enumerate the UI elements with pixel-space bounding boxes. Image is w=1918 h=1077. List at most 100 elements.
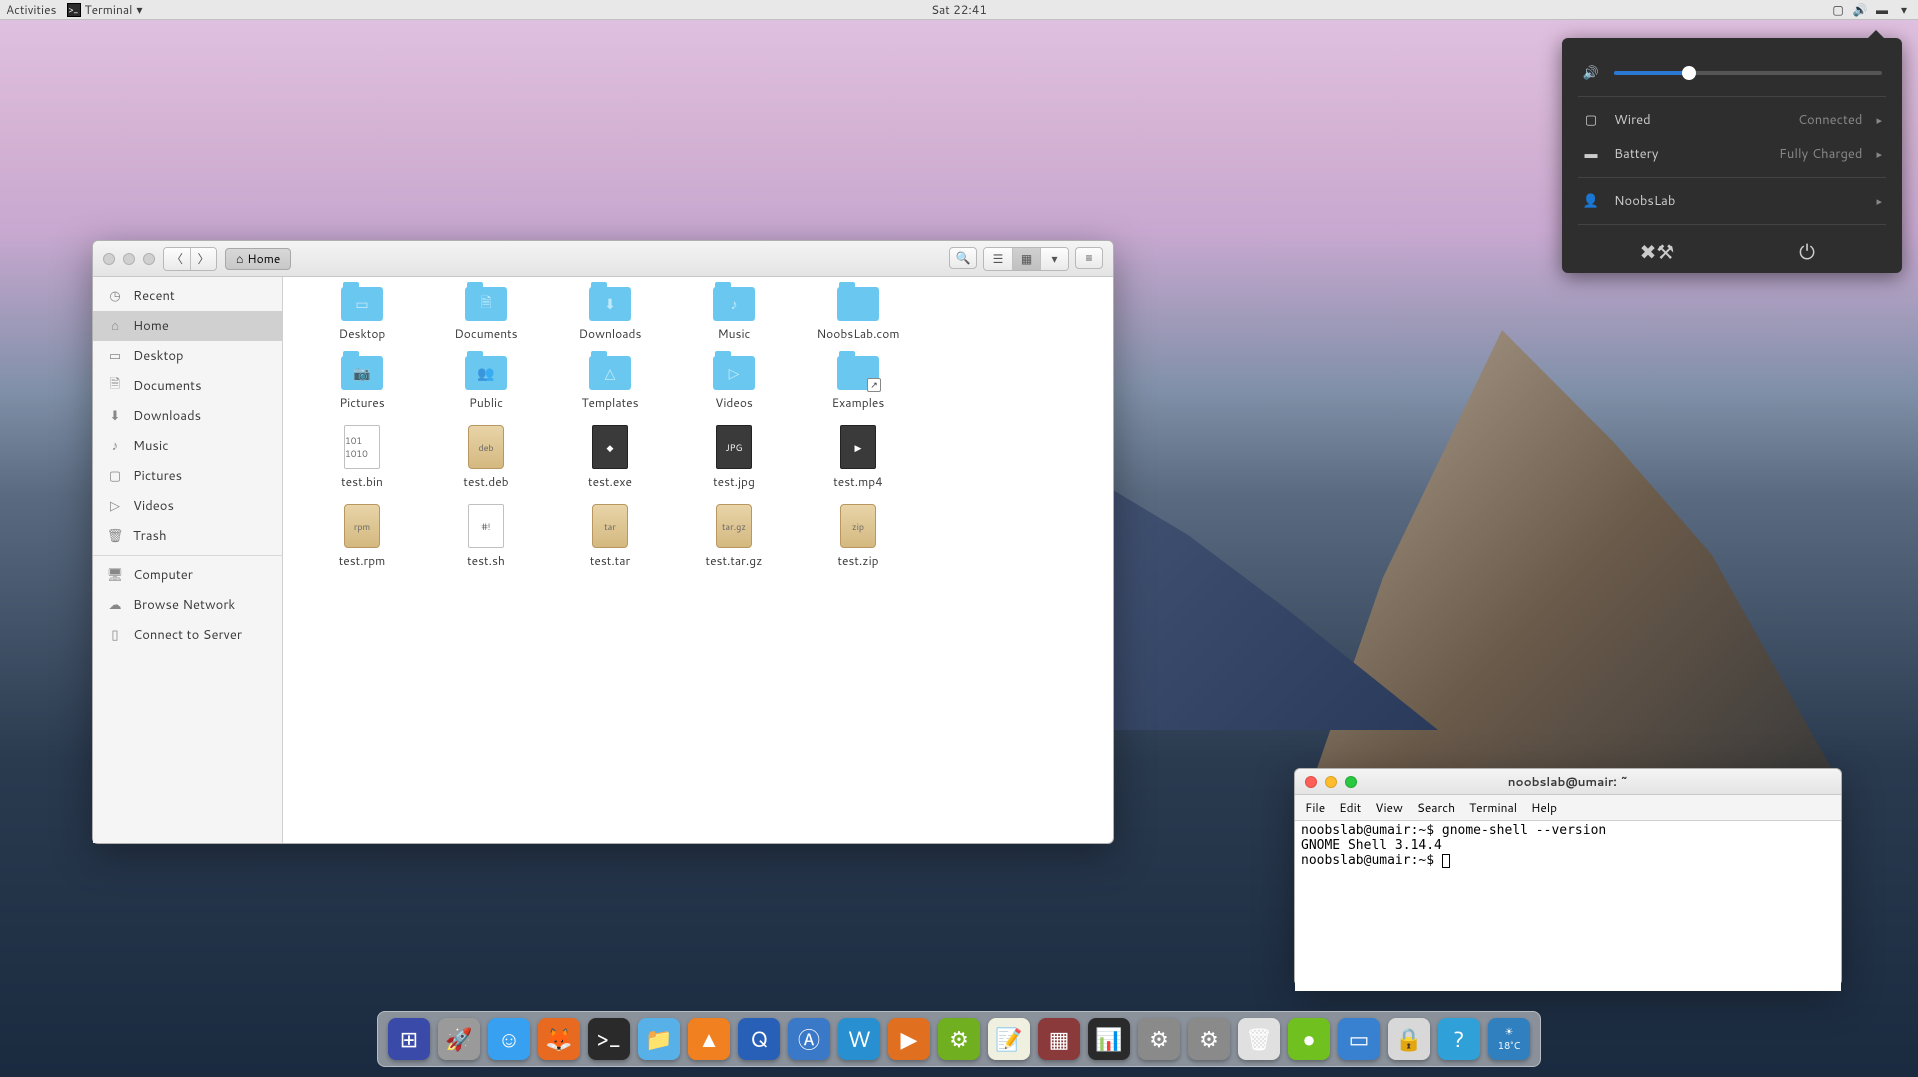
grid-view-button[interactable]: ▦: [1012, 248, 1040, 270]
file-manager-content[interactable]: ▭Desktop🗎Documents⬇Downloads♪MusicNoobsL…: [283, 277, 1113, 843]
maximize-button[interactable]: [1345, 776, 1357, 788]
battery-icon[interactable]: ▬: [1874, 2, 1890, 18]
file-item[interactable]: ▷Videos: [675, 356, 793, 411]
network-row[interactable]: ▢ Wired Connected ▸: [1582, 103, 1882, 137]
dock-software-center[interactable]: ⚙: [938, 1018, 980, 1060]
file-item[interactable]: rpmtest.rpm: [303, 504, 421, 569]
settings-icon[interactable]: ✖⚒: [1648, 243, 1666, 261]
volume-icon[interactable]: 🔊: [1852, 2, 1868, 18]
file-item[interactable]: debtest.deb: [427, 425, 545, 490]
user-row[interactable]: 👤 NoobsLab ▸: [1582, 184, 1882, 218]
file-item[interactable]: ziptest.zip: [799, 504, 917, 569]
list-view-button[interactable]: ☰: [984, 248, 1012, 270]
file-item[interactable]: △Templates: [551, 356, 669, 411]
minimize-button[interactable]: [123, 253, 135, 265]
file-item[interactable]: tar.gztest.tar.gz: [675, 504, 793, 569]
sidebar-item-connect-to-server[interactable]: ▯Connect to Server: [93, 620, 282, 650]
menu-edit[interactable]: Edit: [1339, 799, 1361, 816]
battery-row[interactable]: ▬ Battery Fully Charged ▸: [1582, 137, 1882, 171]
dock-app-store[interactable]: Ⓐ: [788, 1018, 830, 1060]
dock-firefox[interactable]: 🦊: [538, 1018, 580, 1060]
dock-notes[interactable]: 📝: [988, 1018, 1030, 1060]
power-icon[interactable]: ⏻: [1798, 243, 1816, 261]
file-item[interactable]: tartest.tar: [551, 504, 669, 569]
file-item[interactable]: ◆test.exe: [551, 425, 669, 490]
dock-gear[interactable]: ⚙: [1138, 1018, 1180, 1060]
file-item[interactable]: ♪Music: [675, 287, 793, 342]
dock-launcher[interactable]: 🚀: [438, 1018, 480, 1060]
file-manager-titlebar[interactable]: 〈 〉 ⌂ Home 🔍 ☰ ▦ ▾ ≡: [93, 241, 1113, 277]
dock-disk[interactable]: ●: [1288, 1018, 1330, 1060]
separator: [1578, 96, 1886, 97]
activities-button[interactable]: Activities: [6, 1, 57, 18]
sidebar-item-label: Pictures: [133, 467, 182, 485]
close-button[interactable]: [103, 253, 115, 265]
dock-help[interactable]: ?: [1438, 1018, 1480, 1060]
hamburger-menu-button[interactable]: ≡: [1075, 247, 1103, 269]
sidebar-item-recent[interactable]: ◷Recent: [93, 281, 282, 311]
folder-icon: ↗: [837, 356, 879, 390]
sidebar-item-trash[interactable]: 🗑Trash: [93, 521, 282, 551]
close-button[interactable]: [1305, 776, 1317, 788]
minimize-button[interactable]: [1325, 776, 1337, 788]
volume-slider[interactable]: [1614, 71, 1882, 75]
sidebar-item-music[interactable]: ♪Music: [93, 431, 282, 461]
sidebar-item-pictures[interactable]: ▢Pictures: [93, 461, 282, 491]
sidebar-item-label: Desktop: [133, 347, 184, 365]
file-item[interactable]: ▭Desktop: [303, 287, 421, 342]
dock-vlc[interactable]: ▲: [688, 1018, 730, 1060]
screen-icon[interactable]: ▢: [1830, 2, 1846, 18]
forward-button[interactable]: 〉: [190, 248, 216, 270]
maximize-button[interactable]: [143, 253, 155, 265]
dock-finder[interactable]: ☺: [488, 1018, 530, 1060]
dock-lock[interactable]: 🔒: [1388, 1018, 1430, 1060]
dock-settings[interactable]: ⚙: [1188, 1018, 1230, 1060]
dock-terminal[interactable]: >_: [588, 1018, 630, 1060]
menu-view[interactable]: View: [1375, 799, 1403, 816]
file-item[interactable]: 🗎Documents: [427, 287, 545, 342]
clock[interactable]: Sat 22:41: [931, 1, 987, 18]
terminal-output[interactable]: noobslab@umair:~$ gnome-shell --version …: [1295, 821, 1841, 991]
sidebar-item-home[interactable]: ⌂Home: [93, 311, 282, 341]
sidebar-item-downloads[interactable]: ⬇Downloads: [93, 401, 282, 431]
file-item[interactable]: NoobsLab.com: [799, 287, 917, 342]
view-dropdown-button[interactable]: ▾: [1040, 248, 1068, 270]
dock-photos[interactable]: ▦: [1038, 1018, 1080, 1060]
search-button[interactable]: 🔍: [949, 247, 977, 269]
menu-file[interactable]: File: [1305, 799, 1325, 816]
file-item[interactable]: #!test.sh: [427, 504, 545, 569]
menu-help[interactable]: Help: [1531, 799, 1557, 816]
dock-writer[interactable]: W: [838, 1018, 880, 1060]
sidebar-item-browse-network[interactable]: ☁Browse Network: [93, 590, 282, 620]
menu-terminal[interactable]: Terminal: [1469, 799, 1517, 816]
back-button[interactable]: 〈: [164, 248, 190, 270]
menu-search[interactable]: Search: [1417, 799, 1455, 816]
dock-weather[interactable]: ☀18°C: [1488, 1018, 1530, 1060]
file-item[interactable]: ▶test.mp4: [799, 425, 917, 490]
terminal-app-indicator[interactable]: >_ Terminal ▾: [67, 1, 143, 18]
file-item[interactable]: 📷Pictures: [303, 356, 421, 411]
file-item[interactable]: 101 1010test.bin: [303, 425, 421, 490]
system-status-popover: 🔊 ▢ Wired Connected ▸ ▬ Battery Fully Ch…: [1562, 38, 1902, 273]
path-home-button[interactable]: ⌂ Home: [225, 248, 291, 270]
dock-system-monitor[interactable]: 📊: [1088, 1018, 1130, 1060]
dock-media-player[interactable]: Q: [738, 1018, 780, 1060]
chevron-down-icon[interactable]: ▾: [1896, 2, 1912, 18]
sidebar-item-computer[interactable]: 🖥Computer: [93, 560, 282, 590]
sidebar-item-videos[interactable]: ▷Videos: [93, 491, 282, 521]
dock-files[interactable]: 📁: [638, 1018, 680, 1060]
dock-show-apps[interactable]: ⊞: [388, 1018, 430, 1060]
dock-trash[interactable]: 🗑: [1238, 1018, 1280, 1060]
sidebar-item-desktop[interactable]: ▭Desktop: [93, 341, 282, 371]
file-item[interactable]: 👥Public: [427, 356, 545, 411]
dock-impress[interactable]: ▶: [888, 1018, 930, 1060]
terminal-titlebar[interactable]: noobslab@umair: ~: [1295, 769, 1841, 795]
file-item[interactable]: JPGtest.jpg: [675, 425, 793, 490]
sidebar-item-documents[interactable]: 🗎Documents: [93, 371, 282, 401]
dock-display[interactable]: ▭: [1338, 1018, 1380, 1060]
file-manager-window: 〈 〉 ⌂ Home 🔍 ☰ ▦ ▾ ≡ ◷Recent⌂Home▭Deskto…: [92, 240, 1114, 844]
separator: [93, 555, 282, 556]
speaker-icon: 🔊: [1582, 64, 1600, 82]
file-item[interactable]: ⬇Downloads: [551, 287, 669, 342]
file-item[interactable]: ↗Examples: [799, 356, 917, 411]
